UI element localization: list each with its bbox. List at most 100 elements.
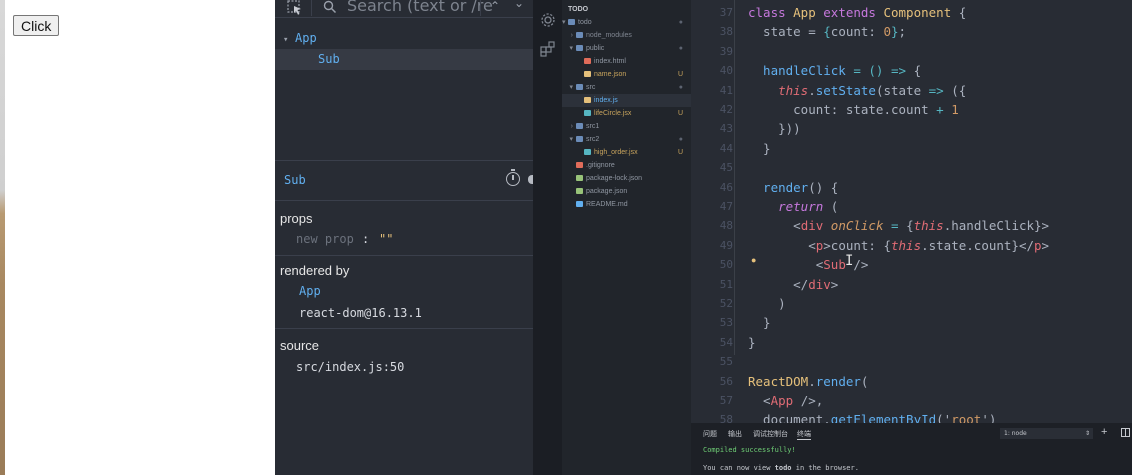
stopwatch-icon[interactable] (506, 169, 520, 186)
tab-debug-console[interactable]: 调试控制台 (753, 429, 788, 439)
tree-toggle-icon[interactable]: ▾ (283, 30, 295, 51)
code-token: ( (860, 373, 869, 389)
explorer-item[interactable]: › src1 (562, 120, 691, 133)
code-token: } (891, 24, 899, 40)
line-number: 47 (719, 200, 733, 213)
code-line[interactable]: count: state.count + 1 (748, 102, 959, 117)
folder-icon (576, 32, 583, 39)
git-status-badge: U (677, 71, 683, 78)
code-line[interactable]: return ( (748, 199, 838, 214)
code-token: 1 (951, 102, 959, 117)
tree-node[interactable]: ▾ App (275, 28, 533, 49)
view-suffix: in the browser. (791, 464, 859, 472)
rendered-by-renderer: react-dom@16.13.1 (299, 306, 422, 320)
explorer-item[interactable]: .gitignore (562, 159, 691, 172)
explorer-item[interactable]: › node_modules (562, 29, 691, 42)
code-line[interactable]: ) (748, 296, 786, 311)
explorer-item[interactable]: name.json U (562, 68, 691, 81)
code-token: < (748, 393, 771, 408)
folder-icon (568, 19, 575, 26)
chevron-up-icon[interactable]: ⌃ (490, 0, 500, 13)
lightbulb-icon[interactable]: ● (751, 255, 756, 265)
code-editor[interactable]: 37 class App extends Component {38 state … (691, 0, 1132, 423)
explorer-item[interactable]: index.html (562, 55, 691, 68)
code-token: } (748, 315, 771, 331)
component-search-input[interactable]: Search (text or /re (347, 0, 493, 15)
line-number: 54 (719, 335, 733, 349)
explorer-chevron-icon: › (570, 32, 573, 39)
code-token: ({ (951, 82, 967, 98)
line-number: 44 (719, 141, 733, 155)
code-line[interactable]: ReactDOM.render( (748, 374, 868, 389)
line-number: 57 (719, 394, 733, 407)
code-line[interactable]: </div> (748, 277, 838, 292)
settings-gear-icon[interactable] (540, 12, 556, 28)
tab-problems[interactable]: 问题 (703, 429, 717, 439)
code-token: this (778, 82, 809, 98)
tree-node[interactable]: Sub (275, 49, 533, 70)
code-line[interactable]: class App extends Component { (748, 5, 966, 20)
code-token: })) (748, 121, 801, 137)
rendered-by-owner[interactable]: App (299, 284, 321, 298)
select-element-icon[interactable] (287, 0, 303, 16)
code-line[interactable]: } (748, 315, 771, 330)
code-line[interactable]: })) (748, 121, 801, 136)
click-button[interactable]: Click (13, 15, 60, 36)
line-number: 50 (719, 258, 733, 272)
git-file-icon (576, 162, 583, 169)
code-line[interactable]: this.setState(state => ({ (748, 83, 966, 98)
tab-output[interactable]: 输出 (728, 429, 742, 439)
tab-terminal[interactable]: 终端 (797, 429, 811, 440)
code-token: ) (748, 296, 786, 311)
chevron-down-icon[interactable]: ⌄ (514, 0, 524, 10)
explorer-item[interactable]: package.json (562, 185, 691, 198)
code-token: p (1034, 237, 1042, 253)
split-terminal-icon[interactable] (1121, 428, 1130, 437)
code-line[interactable]: <div onClick = {this.handleClick}> (748, 218, 1049, 233)
dropdown-arrow-icon: ⇕ (1084, 430, 1090, 437)
section-divider (275, 200, 533, 201)
new-prop-input[interactable]: new prop (296, 232, 354, 246)
source-location[interactable]: src/index.js:50 (296, 360, 404, 374)
explorer-item[interactable]: ▾ todo ● (562, 16, 691, 29)
explorer-item[interactable]: README.md (562, 198, 691, 211)
code-line[interactable]: } (748, 335, 756, 350)
explorer-item-label: src (586, 84, 596, 91)
explorer-item-label: todo (578, 19, 592, 26)
terminal-shell-select[interactable]: 1: node ⇕ (1000, 428, 1093, 439)
folder-icon (576, 123, 583, 130)
code-line[interactable]: state = {count: 0}; (748, 24, 906, 39)
git-status-badge: ● (678, 84, 683, 91)
file-explorer: TODO ▾ todo ● › node_modules ▾ public ● index.ht… (562, 0, 691, 475)
explorer-item[interactable]: index.js (562, 94, 691, 107)
activity-bar (533, 0, 562, 475)
explorer-item[interactable]: high_order.jsx U (562, 146, 691, 159)
code-token: render (815, 373, 861, 389)
code-token: . (808, 82, 816, 98)
code-token: />, (800, 393, 824, 408)
code-token: . (808, 373, 816, 389)
explorer-chevron-icon: ▾ (569, 136, 573, 143)
code-line[interactable]: <p>count: {this.state.count}</p> (748, 238, 1049, 253)
code-token: >count: { (823, 237, 891, 253)
explorer-item[interactable]: package-lock.json (562, 172, 691, 185)
explorer-item[interactable]: ▾ public ● (562, 42, 691, 55)
code-token: } (748, 140, 771, 156)
code-line[interactable]: handleClick = () => { (748, 63, 921, 78)
explorer-item[interactable]: lifeCircle.jsx U (562, 107, 691, 120)
explorer-chevron-icon: ▾ (569, 45, 573, 52)
code-line[interactable]: document.getElementById('root') (748, 412, 996, 423)
folder-icon (576, 136, 583, 143)
tree-node-label: App (295, 31, 317, 45)
code-token: </ (748, 276, 809, 292)
new-terminal-plus-icon[interactable]: + (1101, 426, 1107, 438)
extensions-icon[interactable] (540, 41, 556, 57)
code-token: > (1041, 237, 1050, 253)
explorer-item[interactable]: ▾ src2 ● (562, 133, 691, 146)
code-line[interactable]: <App />, (748, 393, 823, 408)
code-line[interactable]: render() { (748, 180, 838, 195)
code-line[interactable]: } (748, 141, 771, 156)
line-number: 38 (719, 25, 733, 39)
explorer-item[interactable]: ▾ src ● (562, 81, 691, 94)
new-prop-value[interactable]: "" (379, 232, 393, 246)
